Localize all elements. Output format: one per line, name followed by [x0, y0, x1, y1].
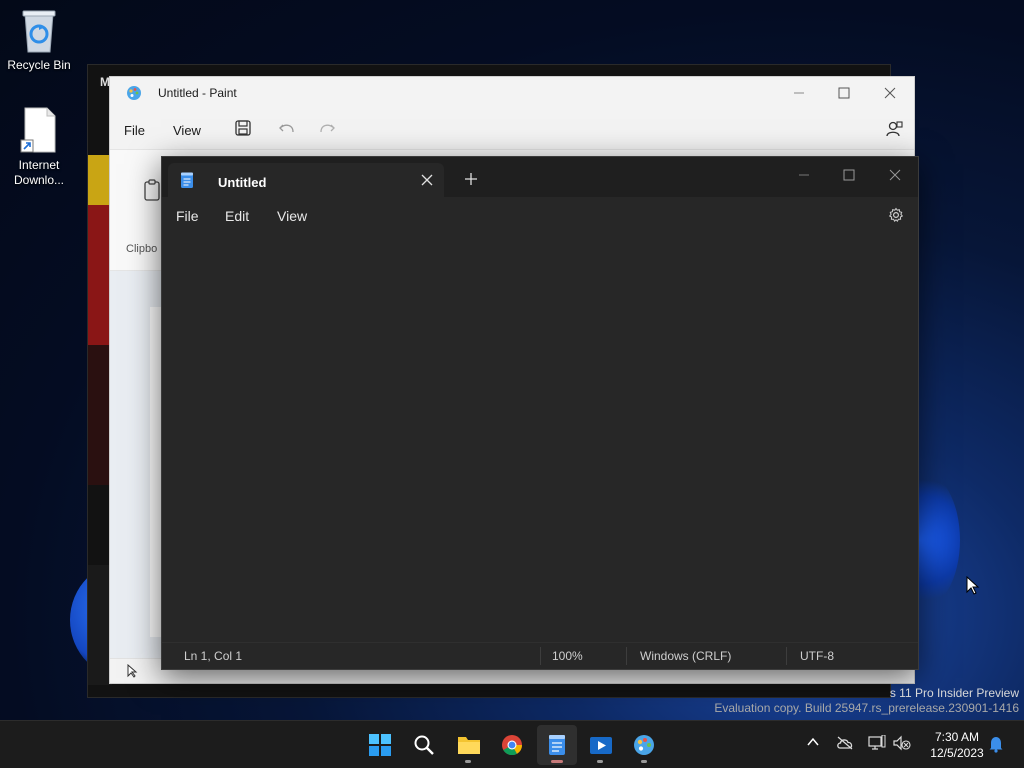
- undo-icon[interactable]: [278, 119, 296, 137]
- encoding[interactable]: UTF-8: [800, 649, 834, 663]
- paint-palette-icon: [634, 735, 654, 755]
- notepad-statusbar: Ln 1, Col 1 100% Windows (CRLF) UTF-8: [162, 642, 918, 669]
- settings-gear-icon[interactable]: [888, 207, 904, 223]
- line-ending[interactable]: Windows (CRLF): [640, 649, 731, 663]
- chevron-up-icon[interactable]: [806, 735, 820, 749]
- redo-icon[interactable]: [318, 119, 336, 137]
- search-button[interactable]: [404, 725, 444, 765]
- close-icon[interactable]: [875, 83, 905, 103]
- running-indicator: [465, 760, 471, 763]
- new-tab-icon[interactable]: [464, 172, 478, 186]
- paint-menubar: File View: [110, 113, 914, 145]
- system-clock[interactable]: 7:30 AM 12/5/2023: [918, 729, 996, 761]
- taskbar-app-media-player[interactable]: [580, 725, 620, 765]
- shortcut-file-icon: [20, 107, 56, 153]
- paint-titlebar[interactable]: Untitled - Paint: [110, 77, 914, 109]
- status-divider: [786, 647, 787, 665]
- desktop-icon-internet-download[interactable]: Internet Downlo...: [3, 106, 75, 188]
- notepad-window[interactable]: Untitled File Edit View Ln 1, Col 1 100%…: [161, 156, 919, 670]
- watermark-line: s 11 Pro Insider Preview: [889, 686, 1019, 700]
- running-indicator: [641, 760, 647, 763]
- desktop-icon-label: Recycle Bin: [7, 58, 71, 72]
- mouse-cursor-icon: [966, 576, 980, 595]
- clipboard-icon[interactable]: [142, 178, 162, 204]
- minimize-icon[interactable]: [781, 161, 827, 189]
- network-icon[interactable]: [868, 735, 886, 751]
- notepad-icon: [181, 172, 193, 188]
- taskbar-app-chrome[interactable]: [492, 725, 532, 765]
- notepad-menu-file[interactable]: File: [176, 208, 199, 224]
- tab-title: Untitled: [218, 175, 267, 190]
- save-icon[interactable]: [234, 119, 252, 137]
- media-player-icon: [590, 737, 612, 754]
- clock-time: 7:30 AM: [934, 730, 980, 744]
- notification-bell-icon[interactable]: [988, 735, 1004, 753]
- volume-muted-icon[interactable]: [893, 735, 911, 751]
- running-indicator: [551, 760, 563, 763]
- paint-menu-view[interactable]: View: [173, 123, 201, 138]
- search-icon: [414, 735, 434, 755]
- taskbar-app-file-explorer[interactable]: [448, 725, 488, 765]
- text-editor-area[interactable]: [162, 233, 918, 643]
- notepad-menu-view[interactable]: View: [277, 208, 307, 224]
- close-icon[interactable]: [872, 161, 918, 189]
- desktop-icon-label: Internet Downlo...: [13, 158, 65, 187]
- pointer-icon: [127, 664, 138, 678]
- account-icon[interactable]: [884, 119, 904, 139]
- cloud-offline-icon[interactable]: [836, 736, 854, 750]
- running-indicator: [597, 760, 603, 763]
- taskbar: 7:30 AM 12/5/2023: [0, 720, 1024, 768]
- close-tab-icon[interactable]: [420, 173, 434, 187]
- notepad-menu-edit[interactable]: Edit: [225, 208, 249, 224]
- cursor-position: Ln 1, Col 1: [184, 649, 243, 663]
- folder-icon: [458, 737, 480, 754]
- paint-menu-file[interactable]: File: [124, 123, 145, 138]
- status-divider: [626, 647, 627, 665]
- minimize-icon[interactable]: [784, 83, 814, 103]
- notepad-tabstrip: Untitled: [162, 157, 918, 197]
- clipboard-group-label: Clipbo: [126, 243, 158, 255]
- notepad-menubar: File Edit View: [162, 197, 918, 233]
- watermark-line: Evaluation copy. Build 25947.rs_prerelea…: [714, 701, 1019, 715]
- recycle-bin-icon: [22, 10, 56, 53]
- taskbar-app-paint[interactable]: [624, 725, 664, 765]
- notepad-icon: [549, 735, 565, 755]
- paint-window-title: Untitled - Paint: [158, 86, 237, 100]
- chrome-icon: [502, 735, 523, 756]
- taskbar-app-notepad[interactable]: [537, 725, 577, 765]
- evaluation-watermark: s 11 Pro Insider Preview Evaluation copy…: [714, 686, 1019, 716]
- tab-untitled[interactable]: Untitled: [168, 163, 444, 197]
- start-button[interactable]: [360, 725, 400, 765]
- clock-date: 12/5/2023: [930, 746, 984, 760]
- maximize-icon[interactable]: [826, 161, 872, 189]
- desktop-icon-recycle-bin[interactable]: Recycle Bin: [3, 8, 75, 73]
- paint-palette-icon: [127, 86, 141, 100]
- zoom-level[interactable]: 100%: [552, 649, 583, 663]
- maximize-icon[interactable]: [829, 83, 859, 103]
- status-divider: [540, 647, 541, 665]
- windows-logo-icon: [369, 734, 391, 756]
